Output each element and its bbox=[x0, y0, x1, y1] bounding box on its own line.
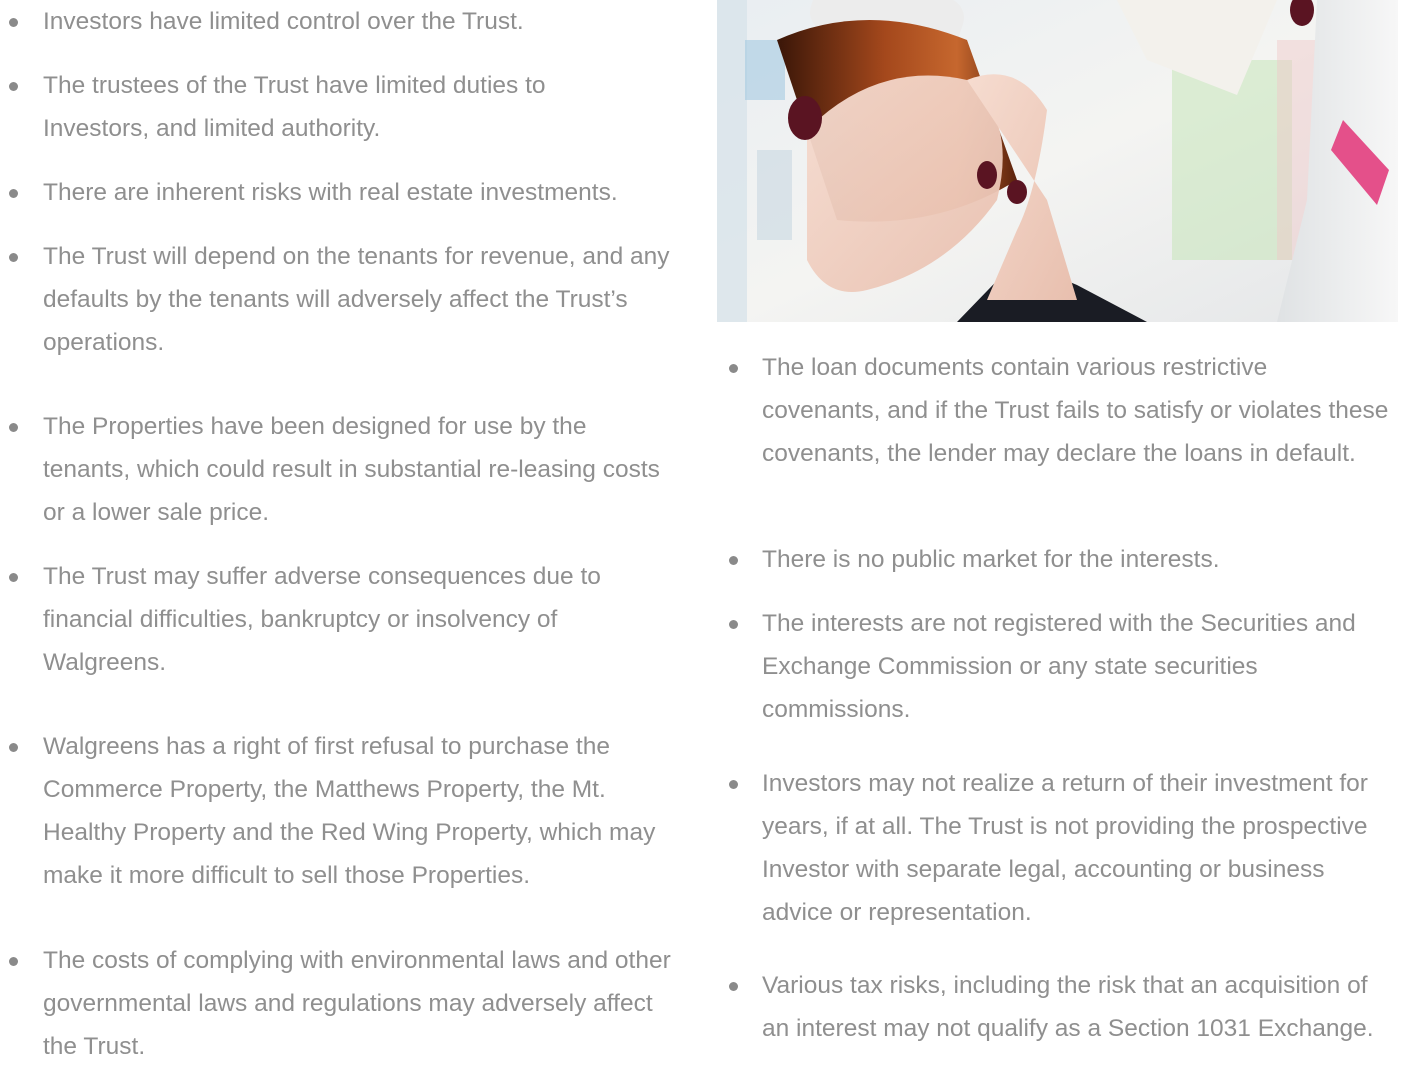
list-item: The Properties have been designed for us… bbox=[0, 405, 673, 534]
list-item: The trustees of the Trust have limited d… bbox=[0, 64, 643, 150]
list-item: The loan documents contain various restr… bbox=[717, 346, 1392, 475]
list-item: The Trust will depend on the tenants for… bbox=[0, 235, 673, 364]
list-item: The interests are not registered with th… bbox=[717, 602, 1372, 731]
list-item: There is no public market for the intere… bbox=[717, 538, 1392, 581]
list-item: The costs of complying with environmenta… bbox=[0, 939, 693, 1068]
list-item: Investors may not realize a return of th… bbox=[717, 762, 1402, 934]
list-item: Walgreens has a right of first refusal t… bbox=[0, 725, 683, 897]
list-item: The Trust may suffer adverse consequence… bbox=[0, 555, 663, 684]
pharmacy-photo bbox=[717, 0, 1398, 322]
pharmacy-photo-icon bbox=[717, 0, 1398, 322]
list-item: There are inherent risks with real estat… bbox=[0, 171, 690, 214]
list-item: Various tax risks, including the risk th… bbox=[717, 964, 1392, 1050]
list-item: Investors have limited control over the … bbox=[0, 0, 690, 43]
